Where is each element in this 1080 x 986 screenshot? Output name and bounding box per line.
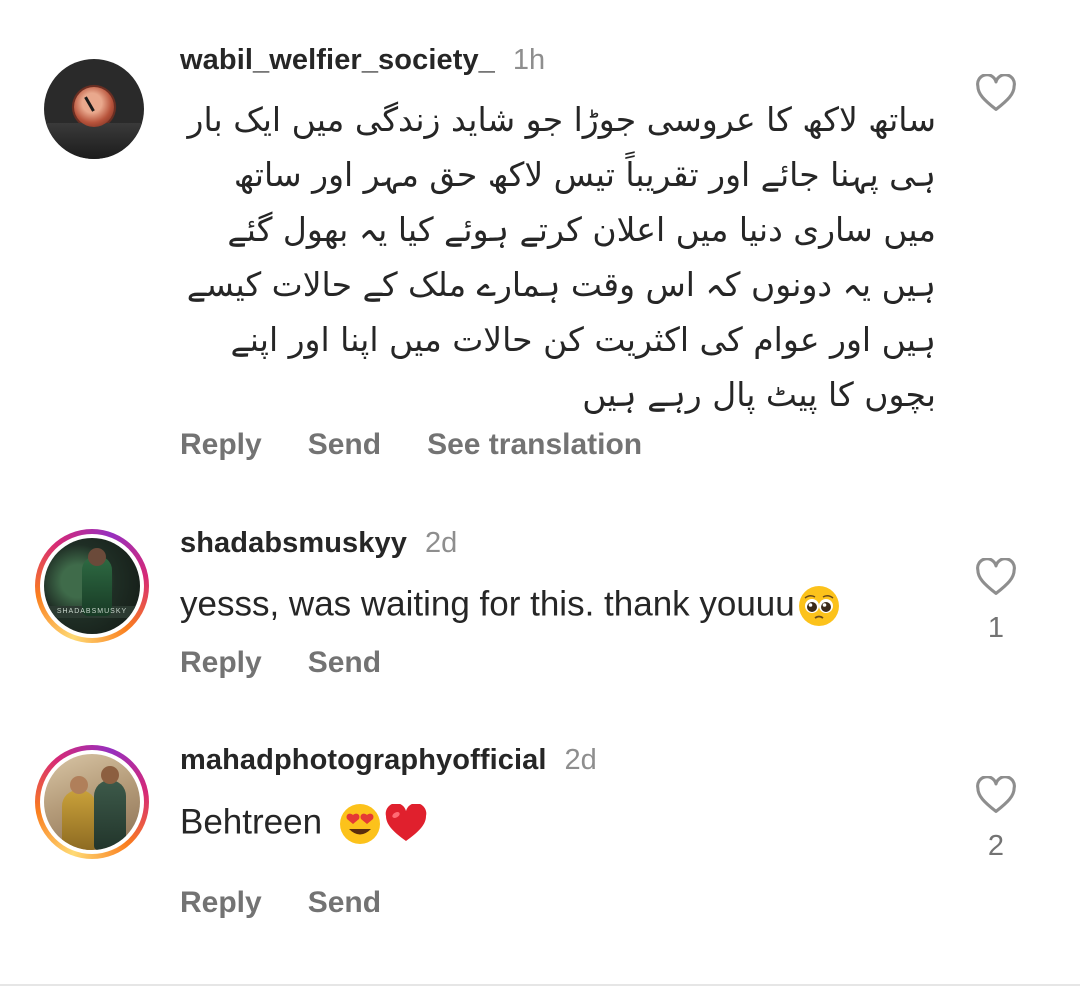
- comment-text-content: Behtreen: [180, 802, 323, 842]
- comment-header: wabil_welfier_society_ 1h: [180, 44, 545, 77]
- like-count: 1: [987, 612, 1005, 644]
- send-button[interactable]: Send: [308, 886, 381, 920]
- comment-header: shadabsmuskyy 2d: [180, 527, 457, 560]
- username[interactable]: shadabsmuskyy: [180, 527, 407, 560]
- reply-button[interactable]: Reply: [180, 428, 262, 462]
- heart-eyes-face-icon: [339, 804, 380, 844]
- avatar-caption: SHADABSMUSKY: [56, 608, 128, 615]
- timestamp: 2d: [424, 527, 458, 559]
- pleading-face-icon: [798, 586, 839, 626]
- like-count: 2: [987, 830, 1005, 862]
- reply-button[interactable]: Reply: [180, 646, 262, 680]
- timestamp: 2d: [564, 744, 597, 776]
- avatar[interactable]: [35, 745, 149, 859]
- comment-text-content: yesss, was waiting for this. thank youuu: [180, 584, 795, 624]
- username[interactable]: mahadphotographyofficial: [180, 744, 547, 777]
- comment-text: Behtreen: [180, 802, 428, 846]
- send-button[interactable]: Send: [308, 428, 381, 462]
- comment-text: ساتھ لاکھ کا عروسی جوڑا جو شاید زندگی می…: [186, 100, 936, 414]
- heart-outline-icon[interactable]: [975, 776, 1017, 814]
- heart-outline-icon[interactable]: [975, 74, 1017, 112]
- avatar[interactable]: SHADABSMUSKY: [35, 529, 149, 643]
- red-heart-icon: [385, 804, 427, 841]
- reply-button[interactable]: Reply: [180, 886, 262, 920]
- timestamp: 1h: [512, 44, 546, 76]
- avatar[interactable]: [44, 59, 144, 159]
- comment-actions: Reply Send: [180, 646, 381, 680]
- send-button[interactable]: Send: [308, 646, 381, 680]
- comment-actions: Reply Send: [180, 886, 381, 920]
- comment-text: yesss, was waiting for this. thank youuu: [180, 584, 841, 628]
- comment-header: mahadphotographyofficial 2d: [180, 744, 597, 777]
- username[interactable]: wabil_welfier_society_: [180, 44, 495, 77]
- see-translation-button[interactable]: See translation: [427, 428, 642, 462]
- comment-actions: Reply Send See translation: [180, 428, 642, 462]
- heart-outline-icon[interactable]: [975, 558, 1017, 596]
